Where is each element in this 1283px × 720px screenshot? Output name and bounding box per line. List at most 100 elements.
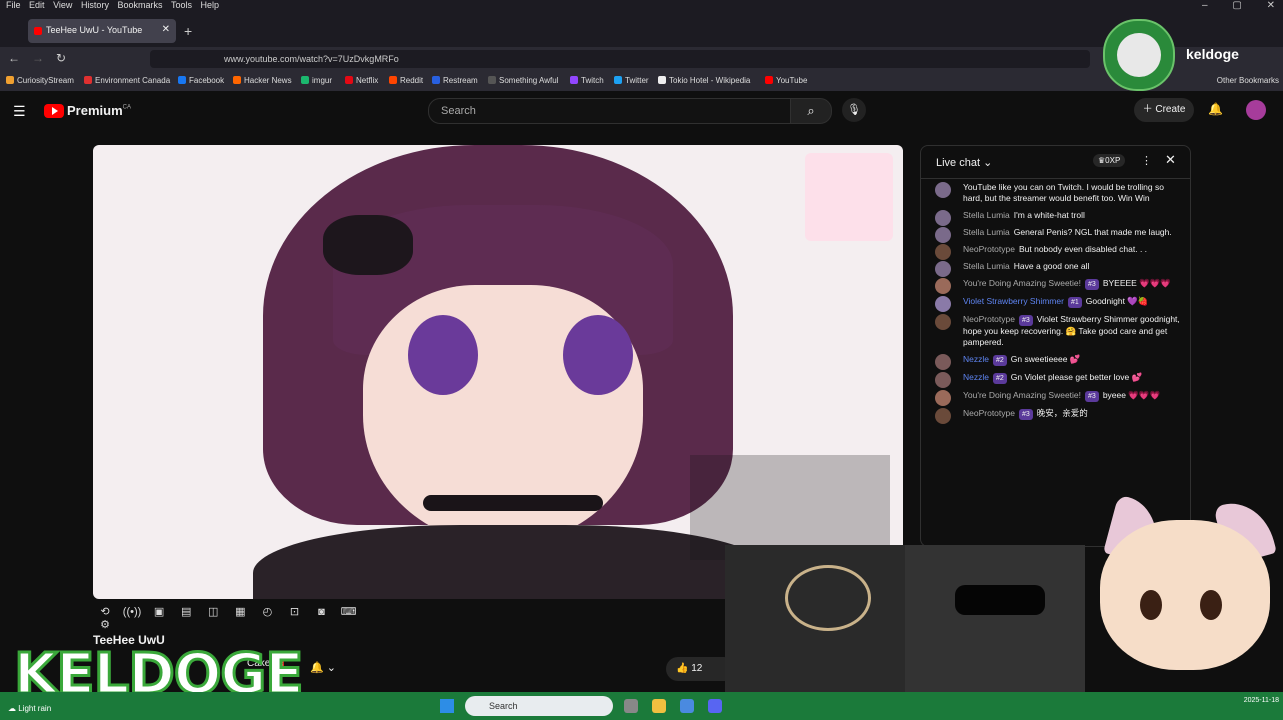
clip-icon[interactable]: ▤ — [174, 605, 198, 618]
bookmark-item[interactable]: Something Awful — [488, 76, 558, 85]
broadcast-icon[interactable]: ((•)) — [120, 606, 144, 618]
taskbar-search[interactable]: Search — [465, 696, 613, 716]
tab-title: TeeHee UwU - YouTube — [46, 25, 143, 35]
bookmark-item[interactable]: Twitter — [614, 76, 649, 85]
menu-file[interactable]: File — [6, 0, 21, 11]
bookmark-favicon-icon — [345, 76, 353, 84]
chat-avatar — [935, 390, 951, 406]
bookmark-favicon-icon — [765, 76, 773, 84]
navigation-bar: ← → ↻ www.youtube.com/watch?v=7UzDvkgMRF… — [0, 47, 1283, 71]
file-explorer-icon[interactable] — [652, 699, 666, 713]
message-author[interactable]: Stella Lumia — [963, 261, 1010, 271]
youtube-header: ☰ PremiumCA Search ⌕ 🎙 ＋ Create 🔔 — [0, 91, 1283, 129]
grid-icon[interactable]: ▦ — [228, 605, 252, 618]
bookmark-item[interactable]: YouTube — [765, 76, 807, 85]
menu-view[interactable]: View — [53, 0, 72, 11]
bookmark-item[interactable]: Twitch — [570, 76, 604, 85]
search-button[interactable]: ⌕ — [790, 98, 832, 124]
menu-history[interactable]: History — [81, 0, 109, 11]
bookmarks-bar: CuriosityStream Environment Canada Faceb… — [0, 71, 1283, 91]
close-window-icon[interactable]: ✕ — [1267, 0, 1275, 11]
menu-tools[interactable]: Tools — [171, 0, 192, 11]
close-chat-icon[interactable]: ✕ — [1165, 152, 1176, 168]
bookmark-label: imgur — [312, 76, 333, 85]
chat-avatar — [935, 278, 951, 294]
loop-icon[interactable]: ⟲ — [93, 605, 117, 618]
subscribe-bell-icon[interactable]: 🔔 ⌄ — [310, 661, 336, 674]
message-author[interactable]: You're Doing Amazing Sweetie! — [963, 390, 1081, 400]
chat-message: You're Doing Amazing Sweetie! #3 byeee 💗💗💗 — [921, 387, 1190, 406]
screenshot-icon[interactable]: ◙ — [310, 606, 334, 618]
bookmark-item[interactable]: imgur — [301, 76, 332, 85]
chat-title[interactable]: Live chat ⌄ — [936, 156, 992, 169]
youtube-logo[interactable]: PremiumCA — [44, 102, 131, 118]
subtitles-icon[interactable]: ⊡ — [282, 605, 306, 618]
notifications-icon[interactable]: 🔔 — [1208, 102, 1223, 116]
message-author[interactable]: Stella Lumia — [963, 210, 1010, 220]
message-author[interactable]: Nezzle — [963, 372, 989, 382]
like-count: 12 — [691, 663, 703, 674]
member-badge: #2 — [992, 373, 1007, 384]
system-tray: 2025-11-18 — [1244, 696, 1279, 706]
message-author[interactable]: Stella Lumia — [963, 227, 1010, 237]
keyboard-icon[interactable]: ⌨ — [337, 605, 361, 618]
speed-icon[interactable]: ◴ — [255, 605, 279, 618]
message-author[interactable]: NeoPrototype — [963, 408, 1015, 418]
more-options-icon[interactable]: ⋮ — [1141, 154, 1152, 167]
back-icon[interactable]: ← — [8, 51, 20, 65]
task-view-icon[interactable] — [624, 699, 638, 713]
url-field[interactable]: www.youtube.com/watch?v=7UzDvkgMRFo — [150, 50, 1090, 68]
chat-avatar — [935, 182, 951, 198]
message-author[interactable]: NeoPrototype — [963, 244, 1015, 254]
bookmark-item[interactable]: Hacker News — [233, 76, 292, 85]
message-author[interactable]: You're Doing Amazing Sweetie! — [963, 278, 1081, 288]
message-author[interactable]: NeoPrototype — [963, 314, 1015, 324]
chat-header: Live chat ⌄ ♛0XP ⋮ ✕ — [921, 146, 1190, 179]
menu-icon[interactable]: ☰ — [13, 103, 26, 120]
bookmark-favicon-icon — [389, 76, 397, 84]
other-bookmarks[interactable]: Other Bookmarks — [1217, 76, 1279, 85]
artwork-eye-left — [408, 315, 478, 395]
forward-icon[interactable]: → — [32, 51, 44, 65]
bookmark-item[interactable]: Restream — [432, 76, 478, 85]
bookmark-item[interactable]: Netflix — [345, 76, 378, 85]
bookmark-label: Facebook — [189, 76, 225, 85]
bookmark-label: Tokio Hotel - Wikipedia — [669, 76, 751, 85]
bookmark-label: Twitter — [625, 76, 649, 85]
xp-badge[interactable]: ♛0XP — [1093, 154, 1126, 167]
windows-start-icon[interactable] — [440, 699, 454, 713]
close-tab-icon[interactable]: ✕ — [162, 24, 170, 35]
clock-date[interactable]: 2025-11-18 — [1244, 697, 1279, 704]
bookmark-item[interactable]: Facebook — [178, 76, 224, 85]
bookmark-item[interactable]: CuriosityStream — [6, 76, 74, 85]
bookmark-favicon-icon — [488, 76, 496, 84]
bookmark-label: Restream — [443, 76, 478, 85]
edge-icon[interactable] — [680, 699, 694, 713]
bookmark-item[interactable]: Environment Canada — [84, 76, 170, 85]
video-player[interactable] — [93, 145, 903, 599]
menu-help[interactable]: Help — [201, 0, 220, 11]
create-button[interactable]: ＋ Create — [1134, 98, 1194, 122]
avatar[interactable] — [1246, 100, 1266, 120]
new-tab-icon[interactable]: + — [184, 23, 192, 39]
maximize-icon[interactable]: ▢ — [1232, 0, 1241, 11]
bookmark-label: Environment Canada — [95, 76, 171, 85]
minimize-icon[interactable]: – — [1202, 0, 1208, 11]
sunglasses-graphic — [955, 585, 1045, 615]
bookmark-item[interactable]: Tokio Hotel - Wikipedia — [658, 76, 750, 85]
bookmark-item[interactable]: Reddit — [389, 76, 423, 85]
menu-bookmarks[interactable]: Bookmarks — [117, 0, 162, 11]
miniplayer-icon[interactable]: ▣ — [147, 605, 171, 618]
bookmark-favicon-icon — [6, 76, 14, 84]
browser-tab[interactable]: TeeHee UwU - YouTube ✕ — [28, 19, 176, 43]
settings-icon[interactable]: ⚙ — [93, 618, 117, 631]
theater-icon[interactable]: ◫ — [201, 605, 225, 618]
discord-icon[interactable] — [708, 699, 722, 713]
weather-widget[interactable]: ☁ Light rain — [8, 704, 51, 713]
message-author[interactable]: Violet Strawberry Shimmer — [963, 296, 1064, 306]
menu-edit[interactable]: Edit — [29, 0, 45, 11]
voice-search-button[interactable]: 🎙 — [842, 98, 866, 122]
reload-icon[interactable]: ↻ — [56, 51, 66, 65]
search-input[interactable]: Search — [428, 98, 792, 124]
message-author[interactable]: Nezzle — [963, 354, 989, 364]
